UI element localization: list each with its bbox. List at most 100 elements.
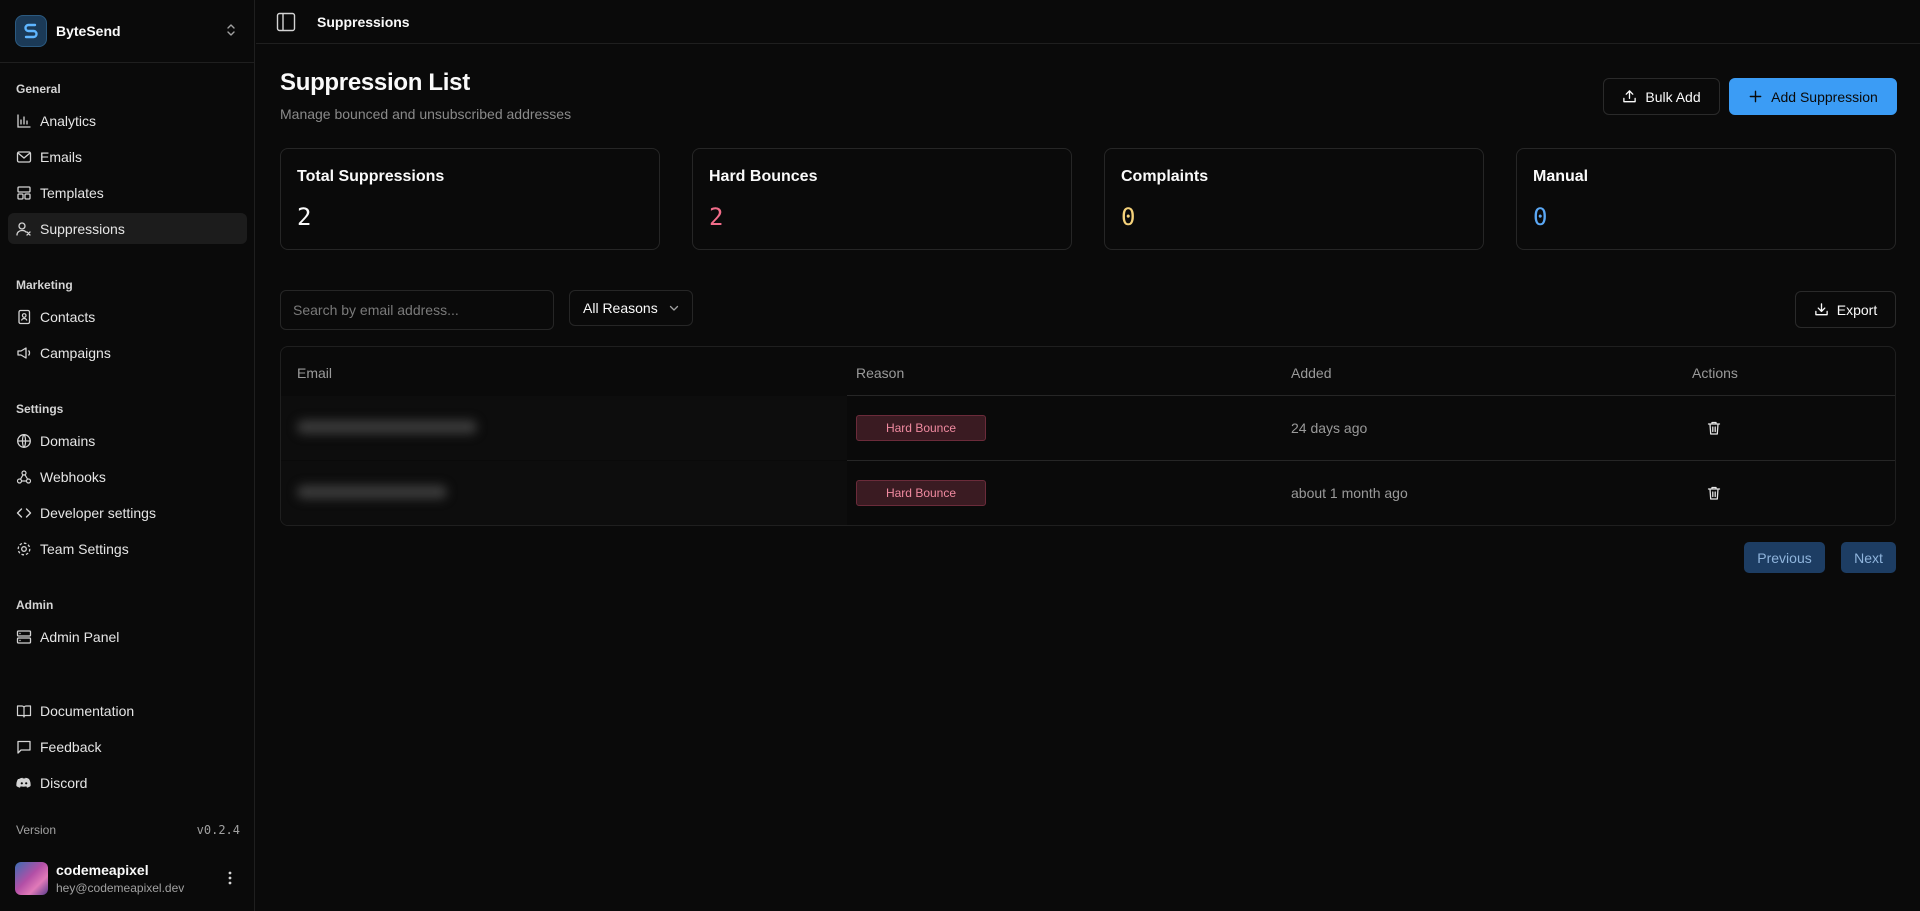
reason-filter-select[interactable]: All Reasons (569, 290, 693, 326)
more-vertical-icon[interactable] (228, 870, 232, 891)
status-badge: Hard Bounce (856, 415, 986, 441)
stat-label: Total Suppressions (297, 168, 445, 185)
email-cell-redacted (281, 461, 847, 525)
user-menu[interactable]: codemeapixel hey@codemeapixel.dev (15, 862, 240, 896)
megaphone-icon (16, 345, 32, 361)
version-value: v0.2.4 (196, 823, 240, 837)
sidebar-item-label: Discord (40, 774, 88, 791)
bar-chart-icon (16, 113, 32, 129)
download-icon (1814, 303, 1828, 316)
previous-page-button[interactable]: Previous (1744, 542, 1825, 573)
sidebar-item-feedback[interactable]: Feedback (8, 731, 247, 762)
sidebar-item-label: Documentation (40, 702, 135, 719)
avatar (15, 862, 48, 895)
sidebar-item-label: Analytics (40, 112, 97, 129)
plus-icon (1749, 90, 1762, 103)
delete-icon[interactable] (1706, 485, 1722, 501)
stat-label: Complaints (1121, 168, 1209, 185)
chevron-down-icon (669, 305, 678, 311)
brand-name: ByteSend (56, 23, 121, 39)
column-header-reason: Reason (856, 365, 905, 381)
sidebar-item-team-settings[interactable]: Team Settings (8, 533, 247, 564)
email-cell-redacted (281, 396, 847, 460)
sidebar-item-label: Suppressions (40, 220, 125, 237)
code-icon (16, 505, 32, 521)
stat-card-manual: Manual 0 (1516, 148, 1896, 250)
user-name: codemeapixel (56, 862, 149, 878)
version-label: Version (16, 823, 57, 837)
user-x-icon (16, 221, 32, 237)
sidebar-item-label: Campaigns (40, 344, 111, 361)
stat-card-hard-bounces: Hard Bounces 2 (692, 148, 1072, 250)
stat-value: 2 (297, 203, 312, 231)
message-square-icon (16, 739, 32, 755)
sidebar-item-domains[interactable]: Domains (8, 425, 247, 456)
contact-book-icon (16, 309, 32, 325)
added-date: about 1 month ago (1291, 485, 1408, 501)
sidebar-item-contacts[interactable]: Contacts (8, 301, 247, 332)
server-icon (16, 629, 32, 645)
add-suppression-label: Add Suppression (1771, 88, 1878, 105)
redacted-email (297, 420, 477, 434)
sidebar-item-emails[interactable]: Emails (8, 141, 247, 172)
sidebar-item-analytics[interactable]: Analytics (8, 105, 247, 136)
search-input[interactable] (280, 290, 554, 330)
sidebar-item-suppressions[interactable]: Suppressions (8, 213, 247, 244)
stat-value: 0 (1533, 203, 1548, 231)
page-subtitle: Manage bounced and unsubscribed addresse… (280, 106, 572, 122)
discord-icon (16, 775, 32, 791)
delete-icon[interactable] (1706, 420, 1722, 436)
column-header-added: Added (1291, 365, 1332, 381)
sidebar-item-label: Domains (40, 432, 96, 449)
reason-filter-value: All Reasons (583, 300, 658, 316)
sidebar-item-developer-settings[interactable]: Developer settings (8, 497, 247, 528)
stat-card-complaints: Complaints 0 (1104, 148, 1484, 250)
upload-icon (1623, 90, 1637, 103)
sidebar-item-label: Contacts (40, 308, 96, 325)
export-label: Export (1836, 301, 1878, 318)
bulk-add-button[interactable]: Bulk Add (1603, 78, 1720, 115)
column-header-actions: Actions (1692, 365, 1738, 381)
add-suppression-button[interactable]: Add Suppression (1729, 78, 1897, 115)
export-button[interactable]: Export (1795, 291, 1896, 328)
row-divider (847, 460, 1895, 461)
nav-group-admin: Admin (16, 598, 54, 612)
layout-template-icon (16, 185, 32, 201)
suppressions-table: Email Reason Added Actions Hard Bounce 2… (280, 346, 1896, 526)
breadcrumb: Suppressions (317, 14, 410, 30)
team-switcher[interactable]: ByteSend (0, 0, 254, 63)
stat-label: Manual (1533, 168, 1589, 185)
row-divider (847, 395, 1895, 396)
mail-icon (16, 149, 32, 165)
sidebar-item-label: Emails (40, 148, 83, 165)
status-badge: Hard Bounce (856, 480, 986, 506)
bulk-add-label: Bulk Add (1645, 88, 1701, 105)
settings-gear-icon (16, 541, 32, 557)
sidebar: ByteSend General Analytics Emails Templa… (0, 0, 255, 911)
next-page-button[interactable]: Next (1841, 542, 1896, 573)
sidebar-item-documentation[interactable]: Documentation (8, 695, 247, 726)
user-email: hey@codemeapixel.dev (56, 881, 185, 895)
book-icon (16, 703, 32, 719)
stat-value: 0 (1121, 203, 1136, 231)
sidebar-item-campaigns[interactable]: Campaigns (8, 337, 247, 368)
page-title: Suppression List (280, 69, 470, 96)
sidebar-item-discord[interactable]: Discord (8, 767, 247, 798)
sidebar-item-templates[interactable]: Templates (8, 177, 247, 208)
nav-group-settings: Settings (16, 402, 64, 416)
sidebar-toggle-icon[interactable] (276, 12, 296, 32)
nav-group-general: General (16, 82, 61, 96)
sidebar-item-label: Webhooks (40, 468, 106, 485)
sidebar-item-label: Templates (40, 184, 104, 201)
globe-icon (16, 433, 32, 449)
column-header-email: Email (297, 365, 333, 381)
sidebar-item-label: Team Settings (40, 540, 129, 557)
sidebar-item-label: Admin Panel (40, 628, 120, 645)
sidebar-item-admin-panel[interactable]: Admin Panel (8, 621, 247, 652)
webhook-icon (16, 469, 32, 485)
sidebar-item-webhooks[interactable]: Webhooks (8, 461, 247, 492)
stat-label: Hard Bounces (709, 168, 818, 185)
added-date: 24 days ago (1291, 420, 1368, 436)
chevrons-up-down-icon (224, 22, 238, 43)
stat-card-total: Total Suppressions 2 (280, 148, 660, 250)
